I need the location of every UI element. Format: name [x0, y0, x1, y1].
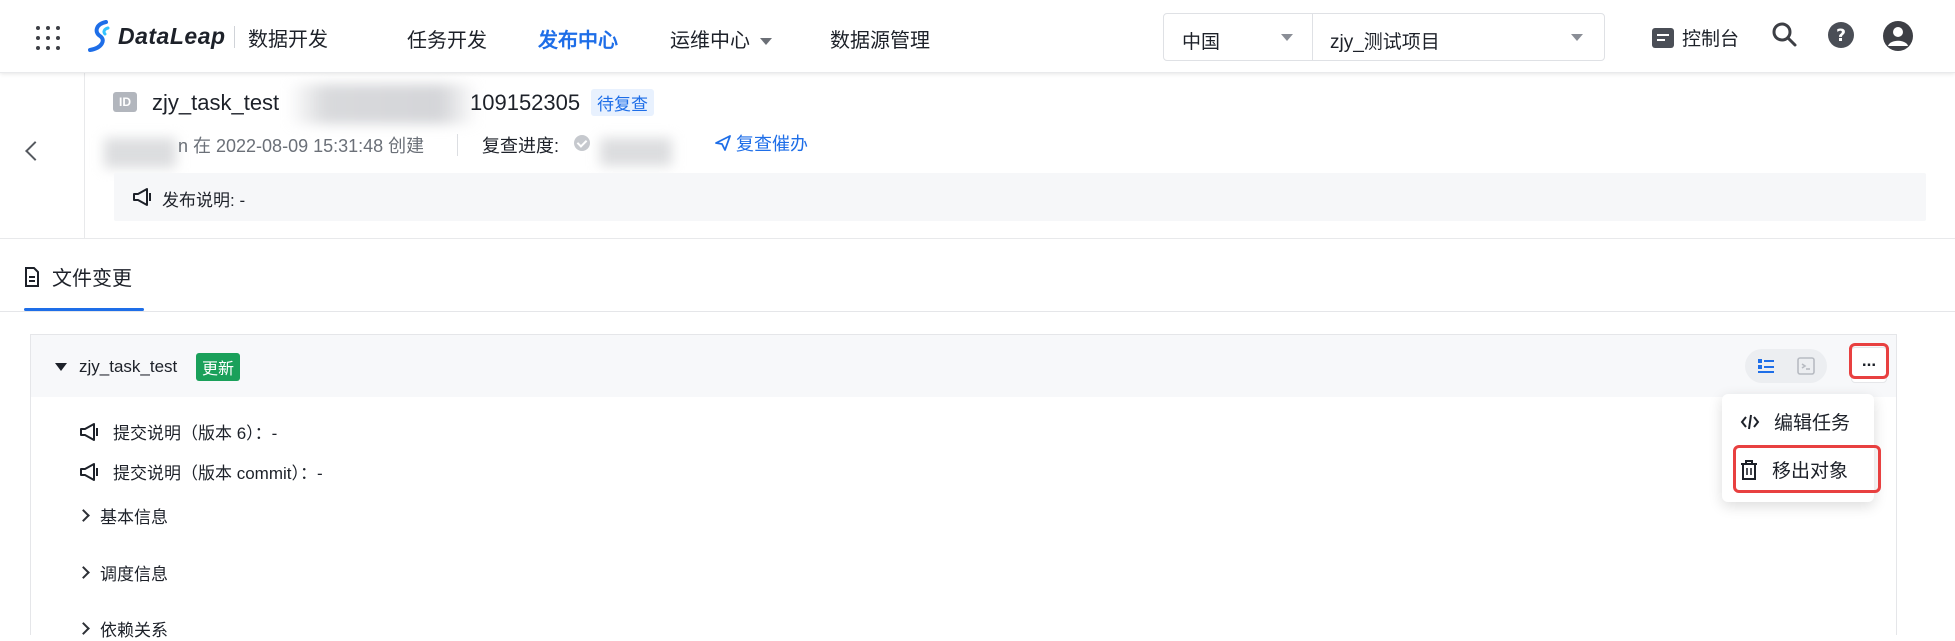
status-badge: 待复查 — [591, 89, 654, 116]
tab-file-changes[interactable]: 文件变更 — [24, 262, 132, 291]
section-dependencies[interactable]: 依赖关系 — [77, 616, 168, 641]
logo-divider — [234, 26, 235, 48]
file-icon — [25, 266, 39, 287]
task-title: zjy_task_test — [152, 90, 280, 115]
app-grid-icon[interactable] — [36, 26, 60, 50]
section-basic-info[interactable]: 基本信息 — [77, 503, 168, 528]
review-remind-label: 复查催办 — [736, 134, 808, 154]
section-label: 调度信息 — [100, 565, 168, 584]
release-note: 发布说明: - — [162, 191, 246, 210]
back-column — [0, 72, 85, 238]
commit-note-v6: 提交说明（版本 6）：- — [79, 419, 277, 444]
highlight-box — [1849, 343, 1889, 379]
commit-note-text: 提交说明（版本 commit）：- — [113, 464, 323, 483]
id-badge: ID — [113, 92, 137, 112]
review-remind-link[interactable]: 复查催办 — [714, 130, 808, 156]
menu-item-label: 编辑任务 — [1774, 413, 1851, 434]
code-icon — [1740, 414, 1760, 429]
highlight-box — [1733, 445, 1881, 493]
created-info: n 在 2022-08-09 15:31:48 创建 — [178, 136, 425, 156]
commit-note-text: 提交说明（版本 6）：- — [113, 424, 278, 443]
chevron-down-icon — [760, 38, 772, 46]
section-label: 依赖关系 — [100, 621, 168, 640]
release-note-box: 发布说明: - — [114, 173, 1926, 221]
send-icon — [715, 135, 731, 151]
chevron-right-icon — [77, 566, 90, 579]
nav-ops-center[interactable]: 运维中心 — [670, 24, 772, 53]
tab-file-changes-label: 文件变更 — [52, 268, 132, 290]
collapse-caret-icon[interactable] — [55, 363, 67, 371]
nav-ops-center-label: 运维中心 — [670, 30, 750, 52]
divider — [0, 311, 1955, 312]
product-name: 数据开发 — [248, 29, 328, 51]
file-name: zjy_task_test — [79, 357, 178, 376]
dataleap-logo[interactable]: DataLeap — [86, 20, 226, 52]
console-icon — [1652, 27, 1674, 48]
project-value: zjy_测试项目 — [1330, 32, 1440, 53]
redacted-blur — [288, 84, 478, 124]
chevron-down-icon — [1571, 34, 1583, 41]
brand-name: DataLeap — [118, 22, 226, 49]
region-project-selector: 中国 zjy_测试项目 — [1163, 13, 1605, 61]
megaphone-icon — [80, 462, 98, 481]
dataleap-logo-icon — [88, 20, 110, 52]
divider — [0, 238, 1955, 239]
console-label: 控制台 — [1682, 29, 1740, 50]
review-progress-label: 复查进度: — [482, 136, 560, 156]
divider — [457, 134, 458, 156]
menu-item-edit-task[interactable]: 编辑任务 — [1740, 408, 1850, 435]
megaphone-icon — [133, 188, 151, 206]
svg-text:?: ? — [1836, 26, 1846, 46]
help-icon[interactable]: ? — [1826, 20, 1856, 50]
review-check-icon — [574, 135, 590, 151]
region-select[interactable]: 中国 — [1164, 14, 1313, 60]
user-avatar-icon[interactable] — [1882, 20, 1913, 51]
task-id-suffix: 109152305 — [470, 90, 581, 115]
list-view-icon[interactable] — [1749, 353, 1783, 379]
section-schedule-info[interactable]: 调度信息 — [77, 560, 168, 585]
nav-release-center[interactable]: 发布中心 — [538, 24, 618, 53]
search-icon[interactable] — [1770, 20, 1800, 50]
redacted-blur — [600, 138, 672, 166]
chevron-right-icon — [77, 622, 90, 635]
back-arrow-icon[interactable] — [25, 141, 45, 161]
megaphone-icon — [80, 422, 98, 441]
file-change-header[interactable]: zjy_task_test 更新 ... — [31, 335, 1896, 397]
chevron-right-icon — [77, 509, 90, 522]
chevron-down-icon — [1281, 34, 1293, 41]
code-view-icon[interactable] — [1789, 353, 1823, 379]
region-value: 中国 — [1182, 32, 1221, 53]
project-select[interactable]: zjy_测试项目 — [1313, 14, 1603, 60]
redacted-blur — [104, 138, 176, 168]
update-badge: 更新 — [196, 353, 241, 381]
commit-note-commit: 提交说明（版本 commit）：- — [79, 459, 323, 484]
nav-task-dev[interactable]: 任务开发 — [407, 24, 487, 53]
console-link[interactable]: 控制台 — [1652, 24, 1739, 51]
nav-datasource-mgmt[interactable]: 数据源管理 — [830, 24, 930, 53]
top-navbar: DataLeap 数据开发 任务开发 发布中心 运维中心 数据源管理 中国 zj… — [0, 0, 1955, 73]
section-label: 基本信息 — [100, 508, 168, 527]
file-change-panel: zjy_task_test 更新 ... 提交说明（版本 6）：- 提交说明（版… — [30, 334, 1897, 640]
view-mode-toggle — [1745, 349, 1827, 383]
